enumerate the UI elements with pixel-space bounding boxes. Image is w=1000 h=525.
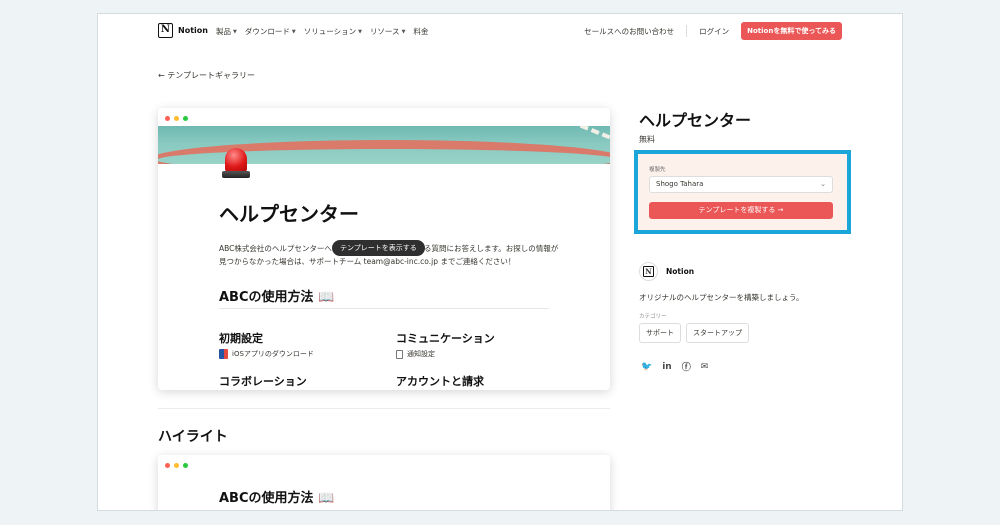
view-template-tooltip[interactable]: テンプレートを表示する [332, 240, 425, 256]
category-label: カテゴリー [639, 314, 667, 320]
category-account-billing: アカウントと請求 [396, 375, 484, 388]
chevron-down-icon: ▼ [291, 28, 296, 35]
chevron-down-icon: ▼ [358, 28, 362, 35]
close-dot-icon [165, 116, 170, 121]
workspace-select[interactable]: Shogo Tahara ⌄ [649, 176, 833, 193]
category-communication: コミュニケーション [396, 332, 495, 345]
mail-icon[interactable]: ✉ [701, 362, 709, 372]
template-title: ヘルプセンター [639, 111, 752, 130]
highlight-heading: ハイライト [158, 429, 228, 445]
notion-logo[interactable]: N Notion [158, 23, 208, 38]
chevron-down-icon: ⌄ [820, 180, 826, 188]
duplicate-template-button[interactable]: テンプレートを複製する → [649, 202, 833, 219]
mobile-phone-icon [219, 349, 228, 359]
category-collaboration: コラボレーション [219, 375, 307, 388]
category-setup: 初期設定 [219, 332, 263, 345]
menu-item-resources[interactable]: リソース ▼ [370, 26, 405, 37]
menu-item-download[interactable]: ダウンロード ▼ [245, 26, 296, 37]
author-avatar: N [639, 262, 658, 281]
minimize-dot-icon [174, 463, 179, 468]
section-heading: ABCの使用方法 📖 [219, 290, 335, 305]
tag-startup[interactable]: スタートアップ [686, 323, 749, 343]
window-controls [165, 463, 188, 468]
menu-item-solutions[interactable]: ソリューション ▼ [304, 26, 362, 37]
login-link[interactable]: ログイン [699, 26, 729, 37]
top-nav: N Notion 製品 ▼ ダウンロード ▼ ソリューション ▼ リソース ▼ 料金 セ… [98, 14, 902, 48]
notion-logo-icon: N [158, 23, 173, 38]
template-description: オリジナルのヘルプセンターを構築しましょう。 [639, 293, 804, 302]
section-divider [219, 308, 549, 309]
back-to-gallery-link[interactable]: ← テンプレートギャラリー [158, 70, 255, 81]
list-item[interactable]: iOSアプリのダウンロード [219, 349, 314, 359]
facebook-icon[interactable]: ⓕ [682, 360, 691, 373]
highlight-preview-card[interactable]: ABCの使用方法 📖 [158, 455, 610, 510]
chevron-down-icon: ▼ [233, 28, 237, 35]
logo-text: Notion [178, 26, 208, 35]
template-preview-card[interactable]: ヘルプセンター ABC株式会社のヘルプセンターへ ようこそ！こちらでよくある質問… [158, 108, 610, 390]
contact-sales-link[interactable]: セールスへのお問い合わせ [584, 26, 674, 37]
twitter-icon[interactable]: 🐦 [641, 362, 652, 372]
page-icon [396, 349, 403, 359]
browser-frame: N Notion 製品 ▼ ダウンロード ▼ ソリューション ▼ リソース ▼ 料金 セ… [97, 13, 903, 511]
minimize-dot-icon [174, 116, 179, 121]
author[interactable]: N Notion [639, 262, 694, 281]
category-tags: サポート スタートアップ [639, 323, 749, 343]
section-divider [158, 408, 610, 409]
nav-divider [686, 25, 688, 37]
duplicate-panel: 複製先 Shogo Tahara ⌄ テンプレートを複製する → [634, 150, 851, 234]
siren-icon [221, 146, 251, 180]
maximize-dot-icon [183, 116, 188, 121]
author-name: Notion [666, 267, 695, 276]
nav-right: セールスへのお問い合わせ ログイン Notionを無料で使ってみる [584, 22, 842, 40]
page-title: ヘルプセンター [219, 202, 359, 226]
close-dot-icon [165, 463, 170, 468]
duplicate-to-label: 複製先 [649, 167, 666, 173]
list-item[interactable]: 通知設定 [396, 349, 435, 359]
notion-logo-icon: N [643, 266, 654, 277]
menu-item-products[interactable]: 製品 ▼ [216, 26, 237, 37]
signup-button[interactable]: Notionを無料で使ってみる [741, 22, 842, 40]
main-menu: 製品 ▼ ダウンロード ▼ ソリューション ▼ リソース ▼ 料金 [216, 26, 428, 37]
chevron-down-icon: ▼ [401, 28, 406, 35]
maximize-dot-icon [183, 463, 188, 468]
menu-item-pricing[interactable]: 料金 [413, 26, 428, 37]
share-links: 🐦 in ⓕ ✉ [641, 360, 709, 374]
highlight-card-title: ABCの使用方法 📖 [219, 491, 335, 506]
price-label: 無料 [639, 135, 655, 144]
linkedin-icon[interactable]: in [662, 362, 672, 372]
tag-support[interactable]: サポート [639, 323, 681, 343]
window-controls [165, 116, 188, 121]
